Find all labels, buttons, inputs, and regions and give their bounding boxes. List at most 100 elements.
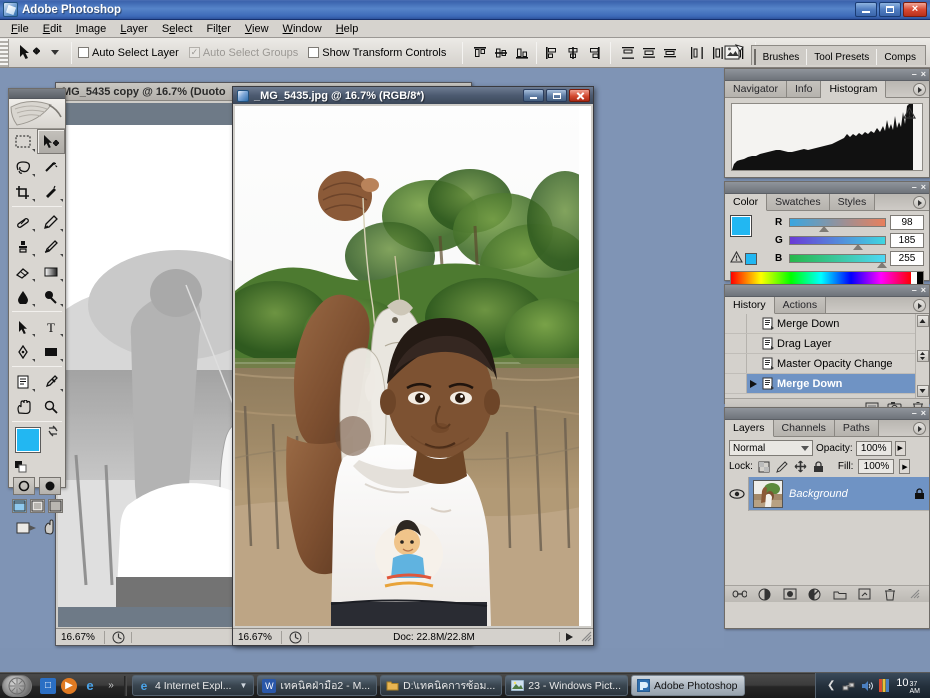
color-value-r[interactable]: 98 [890, 215, 924, 230]
clone-stamp-tool[interactable] [9, 234, 37, 259]
app-close-button[interactable]: × [903, 2, 927, 17]
magic-wand-tool[interactable] [37, 154, 65, 179]
history-scroll-thumb[interactable] [916, 350, 929, 362]
lasso-tool[interactable] [9, 154, 37, 179]
edit-in-photoshop-icon[interactable] [42, 519, 58, 540]
active-doc-minimize-button[interactable] [523, 89, 544, 102]
gradient-tool[interactable] [37, 259, 65, 284]
notes-tool[interactable] [9, 369, 37, 394]
layers-panel-header[interactable]: – × [725, 408, 929, 420]
taskbar-item-internet-explorer[interactable]: e 4 Internet Expl... ▼ [132, 675, 255, 696]
fill-value[interactable]: 100% [858, 459, 895, 474]
taskbar-group-chevron-down-icon[interactable]: ▼ [239, 681, 247, 690]
crop-tool[interactable] [9, 179, 37, 204]
blend-mode-select[interactable]: Normal [729, 440, 813, 456]
healing-brush-tool[interactable] [9, 209, 37, 234]
rectangular-marquee-tool[interactable] [9, 129, 37, 154]
color-panel-header[interactable]: – × [725, 182, 929, 194]
color-slider-g-thumb[interactable] [852, 244, 863, 250]
link-layers-icon[interactable] [732, 587, 747, 601]
quick-launch-more-chevron-icon[interactable]: » [103, 678, 119, 694]
network-icon[interactable] [842, 679, 856, 693]
color-panel-menu-icon[interactable] [913, 196, 926, 209]
menu-filter[interactable]: Filter [199, 21, 237, 37]
layer-style-icon[interactable] [757, 587, 772, 601]
taskbar-item-explorer-folder[interactable]: D:\เทคนิคการซ้อม... [380, 675, 503, 696]
zoom-tool[interactable] [37, 394, 65, 419]
move-tool-icon[interactable] [13, 40, 49, 66]
lock-transparent-pixels-icon[interactable] [758, 460, 771, 473]
fill-slider-arrow-icon[interactable]: ▶ [899, 459, 911, 474]
menu-window[interactable]: Window [276, 21, 329, 37]
history-state-row-selected[interactable]: Merge Down [725, 374, 929, 394]
distribute-left-edges-icon[interactable] [687, 43, 706, 63]
layer-visibility-eye-icon[interactable] [725, 476, 749, 511]
menu-view[interactable]: View [238, 21, 276, 37]
history-snapshot-source-box[interactable] [725, 354, 747, 373]
blend-mode-chevron-down-icon[interactable] [801, 446, 809, 451]
layer-name[interactable]: Background [789, 488, 909, 500]
history-snapshot-source-box[interactable] [725, 334, 747, 353]
color-close-button[interactable]: × [921, 183, 926, 192]
full-screen-with-menubar-mode-icon[interactable] [29, 499, 45, 513]
new-group-icon[interactable] [832, 587, 847, 601]
color-spectrum-endcaps[interactable] [911, 272, 923, 284]
menu-edit[interactable]: Edit [36, 21, 69, 37]
layer-row-background[interactable]: Background [725, 476, 929, 511]
rectangle-shape-tool[interactable] [37, 339, 65, 364]
internet-explorer-icon[interactable]: e [82, 678, 98, 694]
align-bottom-edges-icon[interactable] [512, 43, 531, 63]
taskbar-clock[interactable]: 10 37 AM [896, 677, 924, 695]
align-right-edges-icon[interactable] [584, 43, 603, 63]
show-transform-controls-box[interactable] [308, 47, 320, 58]
foreground-color-swatch[interactable] [15, 427, 41, 453]
auto-select-layer-box[interactable] [78, 47, 89, 58]
tab-color[interactable]: Color [725, 194, 768, 211]
color-minimize-button[interactable]: – [912, 183, 917, 192]
active-doc-zoom[interactable]: 16.67% [233, 632, 281, 643]
color-slider-g[interactable] [789, 236, 886, 250]
align-top-edges-icon[interactable] [470, 43, 489, 63]
menu-file[interactable]: File [4, 21, 36, 37]
language-bar-icon[interactable] [878, 679, 892, 693]
dodge-tool[interactable] [37, 284, 65, 309]
tab-layers[interactable]: Layers [725, 420, 774, 437]
color-panel-swatches[interactable] [730, 215, 766, 249]
path-selection-tool[interactable] [9, 314, 37, 339]
history-scroll-down-button[interactable] [916, 385, 929, 397]
history-scrollbar[interactable] [915, 314, 929, 398]
standard-mode-icon[interactable] [13, 477, 35, 495]
layers-panel-resize-grip[interactable] [907, 587, 922, 601]
active-doc-title-bar[interactable]: _MG_5435.jpg @ 16.7% (RGB/8*) [233, 87, 593, 104]
tab-info[interactable]: Info [786, 81, 822, 97]
history-scroll-up-button[interactable] [916, 315, 929, 327]
opacity-slider-arrow-icon[interactable]: ▶ [894, 440, 906, 456]
taskbar-item-word[interactable]: W เทคนิคฝ่ามือ2 - M... [257, 675, 378, 696]
opacity-value[interactable]: 100% [855, 440, 892, 456]
media-player-icon[interactable]: ▶ [61, 677, 77, 694]
history-state-row[interactable]: Drag Layer [725, 334, 929, 354]
history-panel-header[interactable]: – × [725, 285, 929, 297]
taskbar-item-adobe-photoshop[interactable]: Adobe Photoshop [631, 675, 745, 696]
color-slider-r-thumb[interactable] [819, 226, 830, 232]
color-slider-b-thumb[interactable] [877, 262, 888, 268]
active-doc-resize-grip[interactable] [579, 629, 593, 646]
color-slider-b[interactable] [789, 254, 888, 268]
move-tool[interactable] [37, 129, 65, 154]
align-vertical-centers-icon[interactable] [491, 43, 510, 63]
color-value-g[interactable]: 185 [890, 233, 924, 248]
quick-mask-mode-icon[interactable] [39, 477, 61, 495]
lock-image-pixels-icon[interactable] [776, 460, 789, 473]
edit-in-imageready-icon[interactable] [16, 519, 38, 540]
go-to-bridge-icon[interactable] [721, 41, 747, 65]
show-transform-controls-checkbox[interactable]: Show Transform Controls [308, 47, 446, 59]
app-minimize-button[interactable] [855, 2, 877, 17]
tab-history[interactable]: History [725, 297, 775, 314]
blur-tool[interactable] [9, 284, 37, 309]
out-of-gamut-warning-icon[interactable] [730, 250, 743, 266]
cached-data-warning-icon[interactable] [902, 106, 917, 122]
tab-actions[interactable]: Actions [774, 297, 827, 313]
tab-histogram[interactable]: Histogram [821, 81, 887, 98]
histogram-panel-header[interactable]: – × [725, 69, 929, 81]
toolbox-drag-handle[interactable] [9, 89, 65, 99]
